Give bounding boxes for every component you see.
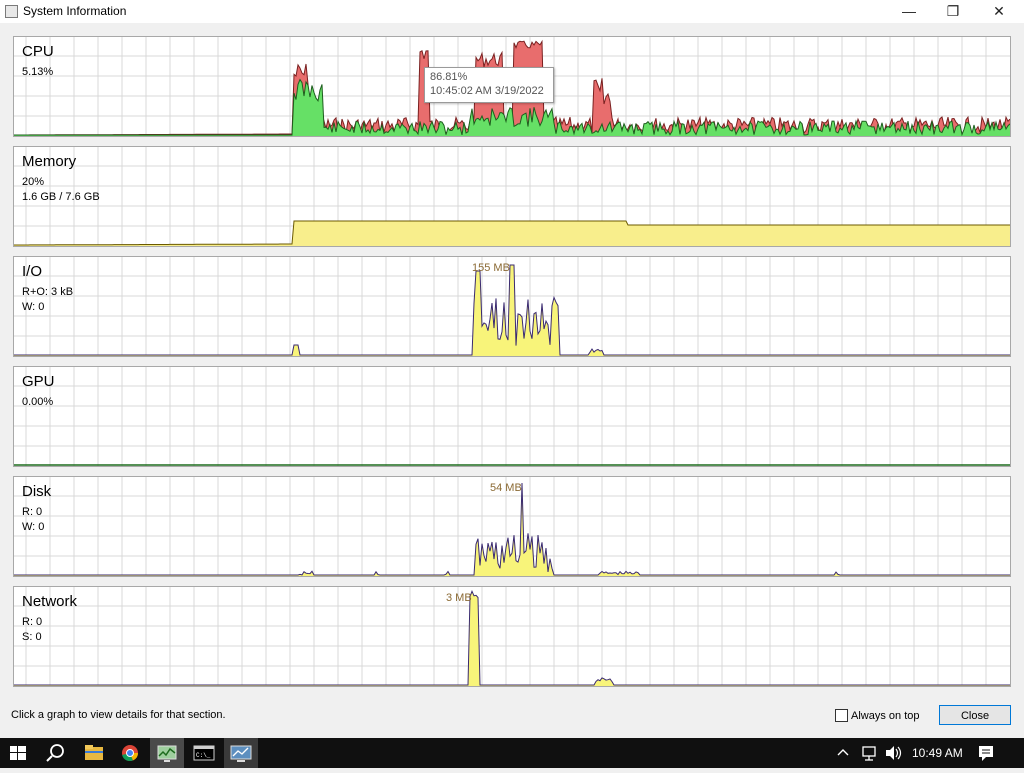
footer-hint: Click a graph to view details for that s… [11, 709, 226, 721]
close-button[interactable]: Close [939, 705, 1011, 725]
search-icon[interactable] [38, 738, 74, 768]
disk-graph[interactable]: Disk R: 0 W: 0 54 MB [13, 476, 1011, 577]
gpu-usage-value: 0.00% [22, 396, 54, 408]
app-icon [5, 5, 18, 18]
memory-chart [14, 147, 1010, 246]
system-information-icon[interactable] [150, 738, 184, 768]
io-chart [14, 257, 1010, 356]
memory-graph[interactable]: Memory 20% 1.6 GB / 7.6 GB [13, 146, 1011, 247]
disk-write-value: W: 0 [22, 521, 45, 533]
svg-text:C:\_: C:\_ [196, 752, 211, 759]
gpu-title: GPU [22, 373, 55, 390]
memory-percent-value: 20% [22, 176, 45, 188]
disk-peak-label: 54 MB [490, 482, 522, 494]
chevron-up-icon[interactable] [834, 738, 852, 768]
title-bar: System Information — ❐ ✕ [0, 0, 1024, 23]
notifications-icon[interactable] [972, 738, 1000, 768]
io-write-value: W: 0 [22, 301, 45, 313]
command-prompt-icon[interactable]: C:\_ [187, 738, 221, 768]
gpu-grid [14, 367, 1010, 466]
io-read-other-value: R+O: 3 kB [22, 286, 74, 298]
file-explorer-icon[interactable] [76, 738, 112, 768]
always-on-top-label[interactable]: Always on top [851, 710, 919, 722]
io-area [14, 265, 1010, 356]
minimize-button[interactable]: — [886, 0, 932, 23]
tooltip-value: 86.81% [430, 71, 468, 83]
io-peak-label: 155 MB [472, 262, 510, 274]
gpu-graph[interactable]: GPU 0.00% [13, 366, 1011, 467]
io-graph[interactable]: I/O R+O: 3 kB W: 0 155 MB [13, 256, 1011, 357]
remote-desktop-icon[interactable] [224, 738, 258, 768]
maximize-button[interactable]: ❐ [930, 0, 976, 23]
chrome-icon[interactable] [113, 738, 149, 768]
network-chart [14, 587, 1010, 686]
tooltip-time: 10:45:02 AM 3/19/2022 [430, 85, 544, 97]
cpu-usage-value: 5.13% [22, 66, 54, 78]
memory-title: Memory [22, 153, 77, 170]
gpu-chart [14, 367, 1010, 466]
network-send-value: S: 0 [22, 631, 42, 643]
network-graph[interactable]: Network R: 0 S: 0 3 MB [13, 586, 1011, 687]
close-window-button[interactable]: ✕ [976, 0, 1022, 23]
volume-icon[interactable] [882, 738, 904, 768]
graph-tooltip: 86.81% 10:45:02 AM 3/19/2022 [424, 67, 554, 103]
taskbar: C:\_ 10:49 AM [0, 738, 1024, 768]
network-title: Network [22, 593, 78, 610]
window-title: System Information [23, 4, 127, 18]
memory-amount-value: 1.6 GB / 7.6 GB [22, 191, 100, 203]
network-line [14, 589, 1010, 686]
disk-title: Disk [22, 483, 52, 500]
always-on-top-checkbox[interactable] [835, 709, 848, 722]
network-tray-icon[interactable] [858, 738, 880, 768]
network-peak-label: 3 MB [446, 592, 472, 604]
disk-area [14, 483, 1010, 576]
taskbar-clock[interactable]: 10:49 AM [912, 746, 963, 760]
windows-start-icon[interactable] [0, 738, 36, 768]
network-grid [14, 587, 1010, 686]
network-receive-value: R: 0 [22, 616, 43, 628]
cpu-title: CPU [22, 43, 54, 60]
io-title: I/O [22, 263, 43, 280]
disk-read-value: R: 0 [22, 506, 43, 518]
